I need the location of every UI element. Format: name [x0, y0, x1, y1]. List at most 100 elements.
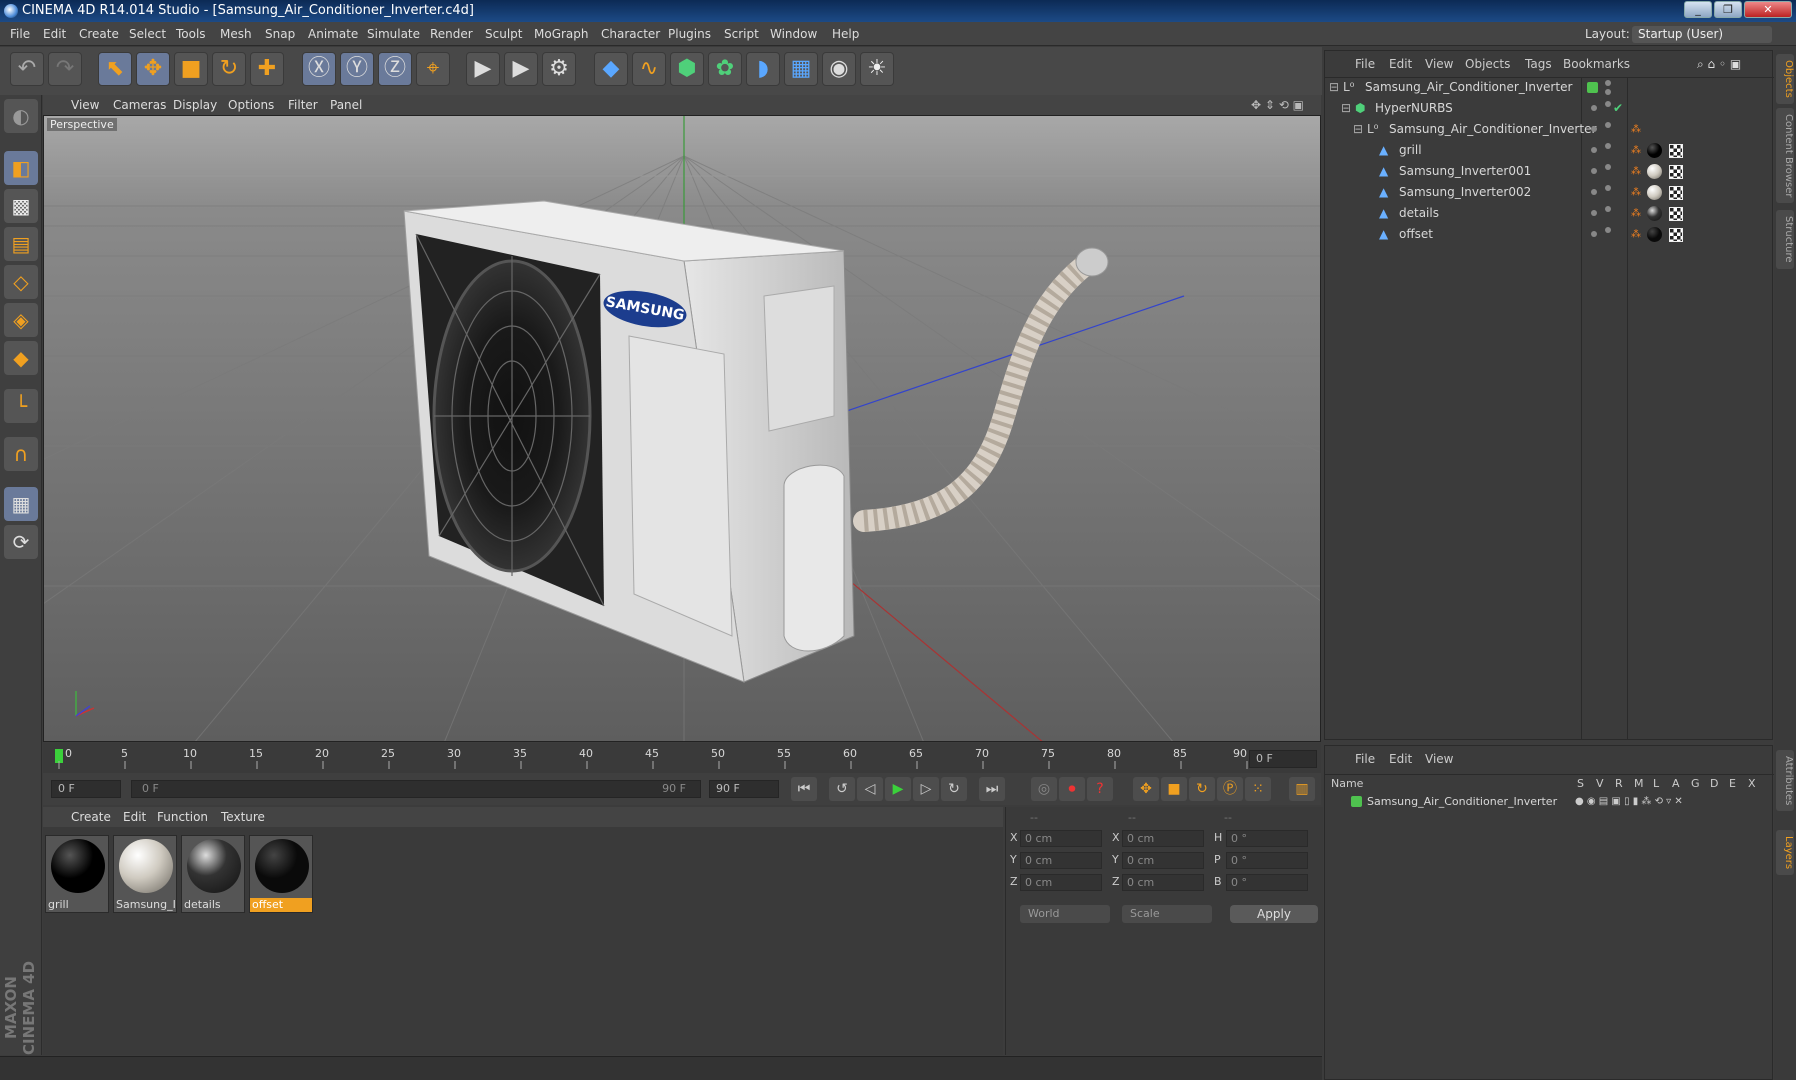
- layout-dropdown[interactable]: Startup (User): [1632, 26, 1772, 43]
- layer-row[interactable]: Samsung_Air_Conditioner_Inverter ● ◉ ▤ ▣…: [1325, 791, 1774, 812]
- expand-icon[interactable]: ⊟: [1329, 77, 1339, 98]
- scale-x-field[interactable]: 0 cm: [1122, 830, 1204, 847]
- viewport-menu-display[interactable]: Display: [173, 98, 217, 112]
- key-parameter-icon[interactable]: Ⓟ: [1217, 777, 1243, 801]
- scale-y-field[interactable]: 0 cm: [1122, 852, 1204, 869]
- minimize-button[interactable]: _: [1684, 1, 1712, 18]
- menu-create[interactable]: Create: [79, 27, 119, 41]
- menu-tools[interactable]: Tools: [176, 27, 206, 41]
- record-keys-icon[interactable]: ◎: [1031, 777, 1057, 801]
- render-picture-viewer-icon[interactable]: ▶: [504, 52, 538, 86]
- phong-tag-icon[interactable]: ⁂: [1631, 140, 1641, 161]
- material-tag-icon[interactable]: [1647, 206, 1662, 221]
- camera-icon[interactable]: ◉: [822, 52, 856, 86]
- layer-color-swatch[interactable]: [1587, 82, 1598, 93]
- om-menu-edit[interactable]: Edit: [1389, 57, 1412, 71]
- viewport-menu-cameras[interactable]: Cameras: [113, 98, 166, 112]
- 3d-viewport[interactable]: SAMSUNG Perspective: [43, 115, 1321, 742]
- phong-tag-icon[interactable]: ⁂: [1631, 182, 1641, 203]
- menu-render[interactable]: Render: [430, 27, 473, 41]
- array-icon[interactable]: ✿: [708, 52, 742, 86]
- texture-mode-icon[interactable]: ▩: [4, 189, 38, 223]
- menu-window[interactable]: Window: [770, 27, 817, 41]
- x-axis-lock-icon[interactable]: Ⓧ: [302, 52, 336, 86]
- live-select-icon[interactable]: ⬉: [98, 52, 132, 86]
- frame-range-slider[interactable]: 0 F 90 F: [131, 780, 701, 798]
- tab-objects[interactable]: Objects: [1776, 54, 1794, 104]
- uvw-tag-icon[interactable]: [1669, 228, 1683, 242]
- menu-character[interactable]: Character: [601, 27, 660, 41]
- menu-script[interactable]: Script: [724, 27, 759, 41]
- key-pla-icon[interactable]: ⁙: [1245, 777, 1271, 801]
- om-menu-tags[interactable]: Tags: [1525, 57, 1552, 71]
- menu-simulate[interactable]: Simulate: [367, 27, 420, 41]
- z-axis-lock-icon[interactable]: Ⓩ: [378, 52, 412, 86]
- viewport-menu-view[interactable]: View: [71, 98, 99, 112]
- material-swatch[interactable]: offset: [249, 835, 313, 913]
- uvw-tag-icon[interactable]: [1669, 207, 1683, 221]
- layer-menu-edit[interactable]: Edit: [1389, 752, 1412, 766]
- key-scale-icon[interactable]: ■: [1161, 777, 1187, 801]
- layer-col-view[interactable]: V: [1596, 777, 1604, 790]
- tab-attributes[interactable]: Attributes: [1776, 750, 1794, 812]
- object-row[interactable]: ⊟ L⁰ Samsung_Air_Conditioner_Inverter: [1325, 77, 1774, 98]
- editor-visibility-dot[interactable]: [1591, 189, 1597, 195]
- close-button[interactable]: ✕: [1744, 1, 1792, 18]
- rotate-icon[interactable]: ↻: [212, 52, 246, 86]
- rotation-h-field[interactable]: 0 °: [1226, 830, 1308, 847]
- phong-tag-icon[interactable]: ⁂: [1631, 224, 1641, 245]
- om-menu-view[interactable]: View: [1425, 57, 1453, 71]
- menu-file[interactable]: File: [10, 27, 30, 41]
- layer-toggles-icons[interactable]: ● ◉ ▤ ▣ ▯ ▮ ⁂ ⟲ ▿ ✕: [1575, 791, 1683, 812]
- object-row[interactable]: ⊟ ⬢ HyperNURBS ✔: [1325, 98, 1774, 119]
- material-tag-icon[interactable]: [1647, 185, 1662, 200]
- cube-icon[interactable]: ◆: [594, 52, 628, 86]
- object-row[interactable]: ▲ Samsung_Inverter002 ⁂: [1325, 182, 1774, 203]
- layer-col-manager[interactable]: M: [1634, 777, 1644, 790]
- render-visibility-dot[interactable]: [1605, 122, 1611, 128]
- make-editable-icon[interactable]: ◐: [4, 99, 38, 133]
- scale-z-field[interactable]: 0 cm: [1122, 874, 1204, 891]
- render-visibility-dot[interactable]: [1605, 89, 1611, 95]
- mat-menu-function[interactable]: Function: [157, 810, 208, 824]
- phong-tag-icon[interactable]: ⁂: [1631, 161, 1641, 182]
- uvw-tag-icon[interactable]: [1669, 186, 1683, 200]
- layer-col-generators[interactable]: G: [1691, 777, 1700, 790]
- editor-visibility-dot[interactable]: [1591, 105, 1597, 111]
- mat-menu-create[interactable]: Create: [71, 810, 111, 824]
- locked-workplane-icon[interactable]: ⟳: [4, 525, 38, 559]
- position-z-field[interactable]: 0 cm: [1020, 874, 1102, 891]
- render-visibility-dot[interactable]: [1605, 227, 1611, 233]
- size-mode-dropdown[interactable]: Scale: [1122, 905, 1212, 923]
- menu-animate[interactable]: Animate: [308, 27, 358, 41]
- object-row[interactable]: ▲ grill ⁂: [1325, 140, 1774, 161]
- enabled-check-icon[interactable]: ✔: [1613, 98, 1623, 119]
- key-position-icon[interactable]: ✥: [1133, 777, 1159, 801]
- material-swatch[interactable]: details: [181, 835, 245, 913]
- current-frame-field[interactable]: 0 F: [1249, 750, 1317, 768]
- floor-icon[interactable]: ▦: [784, 52, 818, 86]
- layer-menu-file[interactable]: File: [1355, 752, 1375, 766]
- material-tag-icon[interactable]: [1647, 227, 1662, 242]
- object-row[interactable]: ▲ details ⁂: [1325, 203, 1774, 224]
- layer-col-expressions[interactable]: E: [1729, 777, 1736, 790]
- spline-icon[interactable]: ∿: [632, 52, 666, 86]
- menu-select[interactable]: Select: [129, 27, 166, 41]
- om-menu-objects[interactable]: Objects: [1465, 57, 1510, 71]
- editor-visibility-dot[interactable]: [1591, 168, 1597, 174]
- render-visibility-dot[interactable]: [1605, 164, 1611, 170]
- redo-icon[interactable]: ↷: [48, 52, 82, 86]
- start-frame-field[interactable]: 0 F: [51, 780, 121, 798]
- menu-mograph[interactable]: MoGraph: [534, 27, 589, 41]
- apply-button[interactable]: Apply: [1230, 905, 1318, 923]
- material-swatch[interactable]: Samsung_I: [113, 835, 177, 913]
- axis-mode-icon[interactable]: └: [4, 389, 38, 423]
- tab-layers[interactable]: Layers: [1776, 830, 1794, 876]
- editor-visibility-dot[interactable]: [1591, 147, 1597, 153]
- render-visibility-dot[interactable]: [1605, 101, 1611, 107]
- viewport-menu-filter[interactable]: Filter: [288, 98, 318, 112]
- editor-visibility-dot[interactable]: [1591, 210, 1597, 216]
- render-visibility-dot[interactable]: [1605, 143, 1611, 149]
- uvw-tag-icon[interactable]: [1669, 144, 1683, 158]
- coordinate-system-icon[interactable]: ⌖: [416, 52, 450, 86]
